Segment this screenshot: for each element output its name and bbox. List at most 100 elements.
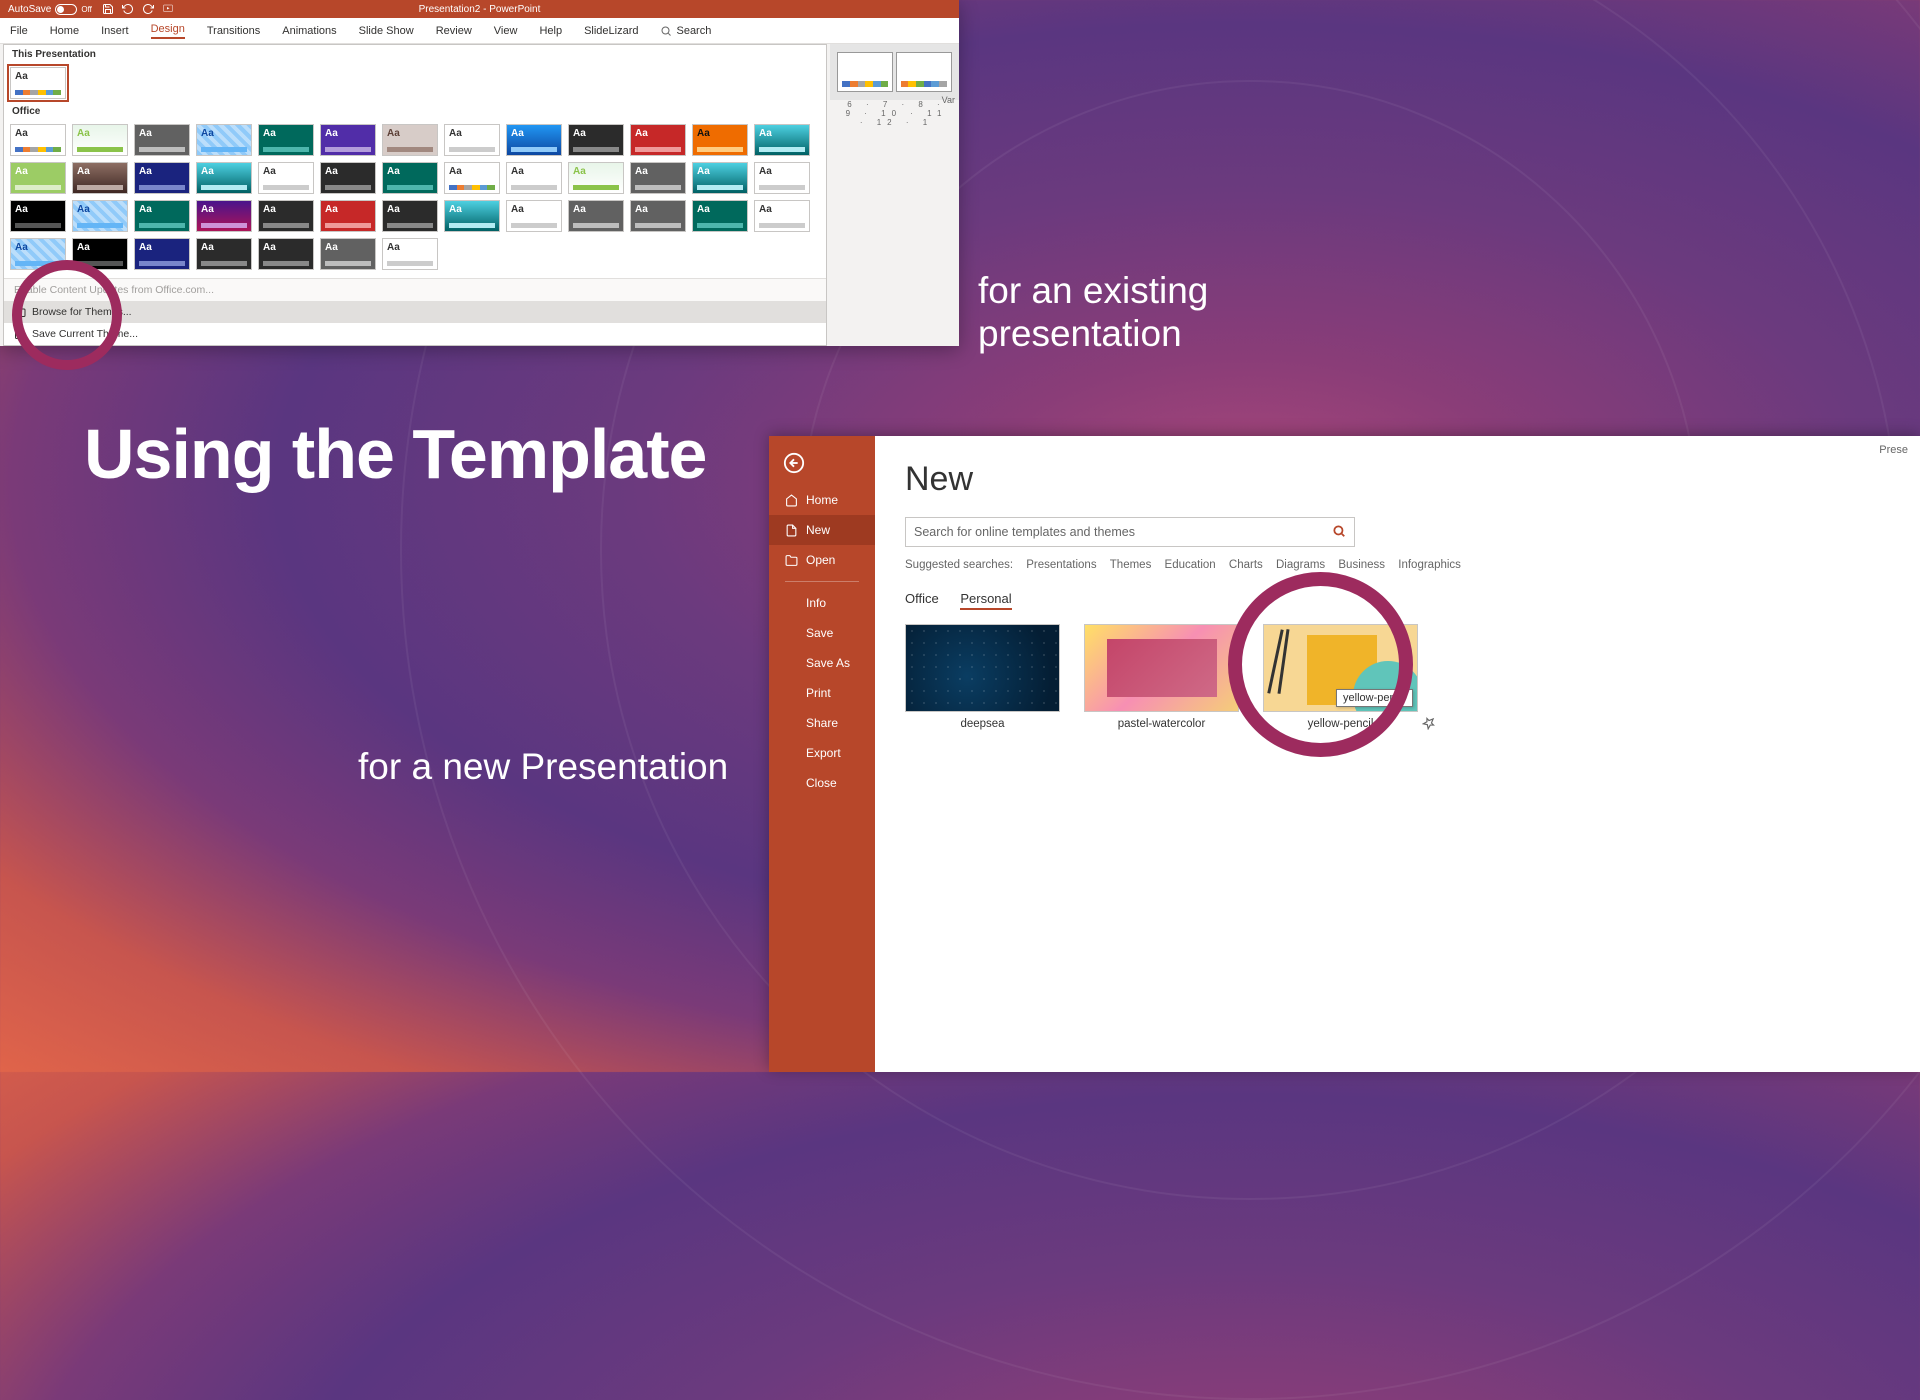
tab-view[interactable]: View: [494, 25, 518, 37]
theme-thumb[interactable]: Aa: [72, 162, 128, 194]
theme-thumb[interactable]: Aa: [72, 238, 128, 270]
tab-file[interactable]: File: [10, 25, 28, 37]
suggested-link[interactable]: Business: [1338, 559, 1385, 571]
theme-thumb[interactable]: Aa: [444, 162, 500, 194]
nav-close[interactable]: Close: [769, 768, 875, 798]
nav-open[interactable]: Open: [769, 545, 875, 575]
theme-thumb[interactable]: Aa: [258, 238, 314, 270]
theme-thumb[interactable]: Aa: [444, 200, 500, 232]
search-icon[interactable]: [1332, 524, 1346, 541]
template-thumb: [905, 624, 1060, 712]
suggested-link[interactable]: Charts: [1229, 559, 1263, 571]
theme-thumb[interactable]: Aa: [196, 200, 252, 232]
variant-thumb[interactable]: [896, 52, 952, 92]
nav-info[interactable]: Info: [769, 588, 875, 618]
nav-saveas-label: Save As: [806, 656, 850, 670]
suggested-link[interactable]: Themes: [1110, 559, 1152, 571]
theme-thumb[interactable]: Aa: [258, 200, 314, 232]
tab-review[interactable]: Review: [436, 25, 472, 37]
nav-saveas[interactable]: Save As: [769, 648, 875, 678]
theme-thumb[interactable]: Aa: [10, 238, 66, 270]
theme-thumb-current[interactable]: Aa: [10, 67, 66, 99]
theme-thumb[interactable]: Aa: [10, 200, 66, 232]
theme-thumb[interactable]: Aa: [506, 200, 562, 232]
nav-export[interactable]: Export: [769, 738, 875, 768]
theme-thumb[interactable]: Aa: [196, 124, 252, 156]
theme-thumb[interactable]: Aa: [382, 162, 438, 194]
theme-thumb[interactable]: Aa: [568, 124, 624, 156]
variant-thumb[interactable]: [837, 52, 893, 92]
nav-save[interactable]: Save: [769, 618, 875, 648]
theme-thumb[interactable]: Aa: [134, 124, 190, 156]
template-source-tabs: Office Personal: [905, 591, 1890, 606]
theme-thumb[interactable]: Aa: [10, 162, 66, 194]
theme-thumb[interactable]: Aa: [382, 124, 438, 156]
theme-thumb[interactable]: Aa: [692, 200, 748, 232]
theme-thumb[interactable]: Aa: [258, 124, 314, 156]
tab-design[interactable]: Design: [151, 23, 185, 39]
tab-animations[interactable]: Animations: [282, 25, 336, 37]
theme-thumb[interactable]: Aa: [196, 238, 252, 270]
browse-for-themes[interactable]: Browse for Themes...: [4, 301, 826, 323]
start-from-beginning-icon[interactable]: [162, 3, 174, 15]
theme-thumb[interactable]: Aa: [382, 238, 438, 270]
back-button[interactable]: [769, 444, 875, 485]
tab-slidelizard[interactable]: SlideLizard: [584, 25, 638, 37]
theme-thumb[interactable]: Aa: [320, 200, 376, 232]
template-pastel-watercolor[interactable]: pastel-watercolor: [1084, 624, 1239, 730]
theme-thumb[interactable]: Aa: [134, 162, 190, 194]
tab-office[interactable]: Office: [905, 591, 939, 606]
tell-me-search[interactable]: Search: [660, 25, 711, 37]
theme-thumb[interactable]: Aa: [320, 162, 376, 194]
nav-home[interactable]: Home: [769, 485, 875, 515]
template-label: pastel-watercolor: [1084, 718, 1239, 730]
theme-thumb[interactable]: Aa: [630, 162, 686, 194]
template-yellow-pencil[interactable]: yellow-pencil yellow-pencil: [1263, 624, 1418, 730]
theme-thumb[interactable]: Aa: [134, 200, 190, 232]
theme-thumb[interactable]: Aa: [754, 162, 810, 194]
tab-transitions[interactable]: Transitions: [207, 25, 260, 37]
autosave-toggle[interactable]: AutoSave Off: [8, 4, 92, 15]
theme-thumb[interactable]: Aa: [506, 124, 562, 156]
tab-personal[interactable]: Personal: [960, 591, 1011, 610]
save-current-theme[interactable]: Save Current Theme...: [4, 323, 826, 345]
redo-icon[interactable]: [142, 3, 154, 15]
theme-thumb[interactable]: Aa: [568, 200, 624, 232]
tab-home[interactable]: Home: [50, 25, 79, 37]
theme-thumb[interactable]: Aa: [630, 124, 686, 156]
nav-print[interactable]: Print: [769, 678, 875, 708]
pin-icon[interactable]: [1422, 716, 1436, 730]
template-deepsea[interactable]: deepsea: [905, 624, 1060, 730]
theme-thumb[interactable]: Aa: [692, 162, 748, 194]
undo-icon[interactable]: [122, 3, 134, 15]
theme-thumb[interactable]: Aa: [444, 124, 500, 156]
tab-slideshow[interactable]: Slide Show: [359, 25, 414, 37]
save-icon[interactable]: [102, 3, 114, 15]
theme-thumb[interactable]: Aa: [320, 238, 376, 270]
theme-thumb[interactable]: Aa: [754, 124, 810, 156]
powerpoint-design-gallery-window: AutoSave Off Presentation2 - PowerPoint …: [0, 0, 959, 346]
theme-thumb[interactable]: Aa: [72, 124, 128, 156]
nav-new[interactable]: New: [769, 515, 875, 545]
theme-thumb[interactable]: Aa: [382, 200, 438, 232]
tab-insert[interactable]: Insert: [101, 25, 129, 37]
suggested-link[interactable]: Education: [1165, 559, 1216, 571]
theme-thumb[interactable]: Aa: [320, 124, 376, 156]
theme-thumb[interactable]: Aa: [196, 162, 252, 194]
suggested-link[interactable]: Diagrams: [1276, 559, 1325, 571]
theme-thumb[interactable]: Aa: [258, 162, 314, 194]
theme-thumb[interactable]: Aa: [134, 238, 190, 270]
theme-thumb[interactable]: Aa: [72, 200, 128, 232]
nav-share[interactable]: Share: [769, 708, 875, 738]
theme-thumb[interactable]: Aa: [754, 200, 810, 232]
suggested-link[interactable]: Infographics: [1398, 559, 1461, 571]
suggested-link[interactable]: Presentations: [1026, 559, 1096, 571]
theme-thumb[interactable]: Aa: [506, 162, 562, 194]
theme-thumb[interactable]: Aa: [10, 124, 66, 156]
back-arrow-icon: [783, 452, 805, 474]
theme-thumb[interactable]: Aa: [568, 162, 624, 194]
template-search[interactable]: Search for online templates and themes: [905, 517, 1355, 547]
tab-help[interactable]: Help: [539, 25, 562, 37]
theme-thumb[interactable]: Aa: [692, 124, 748, 156]
theme-thumb[interactable]: Aa: [630, 200, 686, 232]
